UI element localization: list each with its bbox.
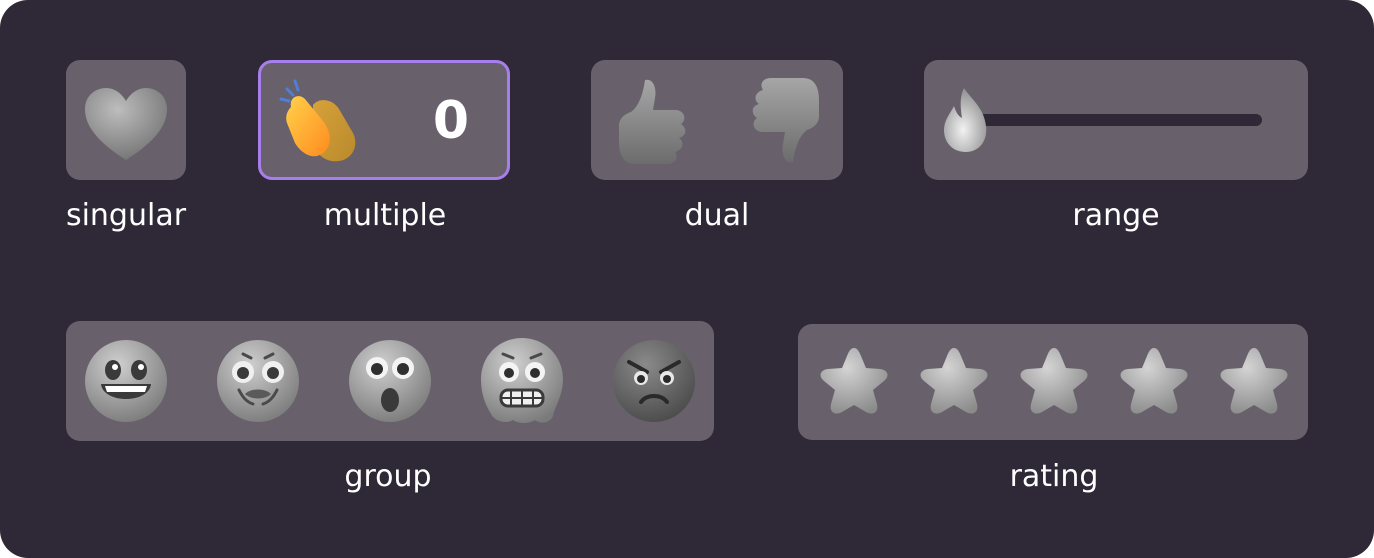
thumbs-down-icon[interactable]	[747, 74, 823, 166]
fire-icon[interactable]	[938, 86, 994, 154]
rating-label: rating	[1009, 459, 1099, 494]
thumbs-up-icon[interactable]	[615, 76, 691, 168]
grinning-face-icon[interactable]	[83, 338, 169, 424]
grimacing-face-icon[interactable]	[479, 336, 565, 426]
reaction-count: 0	[432, 91, 470, 151]
star-icon-1[interactable]	[814, 344, 894, 422]
reactions-panel: singular 0 multiple dual range group rat…	[0, 0, 1374, 558]
nauseated-face-icon[interactable]	[215, 338, 301, 424]
dual-reaction-group	[591, 60, 843, 180]
star-icon-4[interactable]	[1114, 344, 1194, 422]
rating-stars	[798, 324, 1308, 440]
star-icon-2[interactable]	[914, 344, 994, 422]
singular-label: singular	[65, 198, 187, 233]
range-track[interactable]	[970, 114, 1262, 126]
group-reaction-bar	[66, 321, 714, 441]
surprised-face-icon[interactable]	[347, 338, 433, 424]
star-icon-5[interactable]	[1214, 344, 1294, 422]
dual-label: dual	[684, 198, 750, 233]
multiple-label: multiple	[323, 198, 447, 233]
angry-face-icon[interactable]	[611, 338, 697, 424]
clapping-hands-icon	[279, 79, 356, 162]
range-label: range	[1072, 198, 1160, 233]
heart-icon	[85, 88, 167, 160]
range-reaction-slider[interactable]	[924, 60, 1308, 180]
singular-reaction-button[interactable]	[66, 60, 186, 180]
multiple-reaction-button[interactable]: 0	[258, 60, 510, 180]
star-icon-3[interactable]	[1014, 344, 1094, 422]
group-label: group	[344, 459, 432, 494]
